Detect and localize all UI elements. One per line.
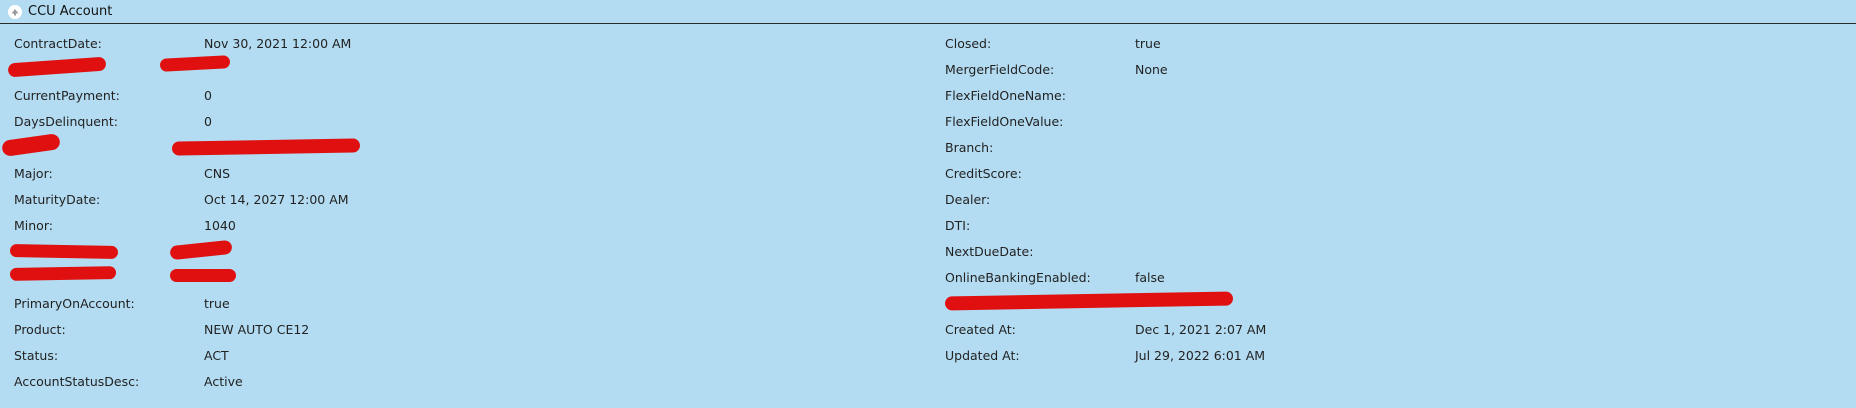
field-label: MergerFieldCode: xyxy=(945,62,1055,77)
field-label: Updated At: xyxy=(945,348,1020,363)
ccu-account-panel: CCU Account ContractDate: Nov 30, 2021 1… xyxy=(0,0,1856,408)
field-label: DTI: xyxy=(945,218,971,233)
field-label: CurrentPayment: xyxy=(14,88,120,103)
redaction-mark xyxy=(7,56,107,78)
field-value: true xyxy=(1135,36,1161,51)
redaction-mark xyxy=(1,133,61,157)
field-label: CreditScore: xyxy=(945,166,1022,181)
redaction-mark xyxy=(9,266,117,281)
field-label: PrimaryOnAccount: xyxy=(14,296,135,311)
field-label: Status: xyxy=(14,348,59,363)
field-label: MaturityDate: xyxy=(14,192,101,207)
field-value: None xyxy=(1135,62,1168,77)
collapse-up-arrow-icon[interactable] xyxy=(8,4,22,19)
redaction-mark xyxy=(170,269,236,282)
field-value: true xyxy=(204,296,230,311)
field-value: false xyxy=(1135,270,1165,285)
field-label: Created At: xyxy=(945,322,1016,337)
field-value: ACT xyxy=(204,348,229,363)
field-value: 0 xyxy=(204,114,212,129)
field-value: CNS xyxy=(204,166,231,181)
field-value: Jul 29, 2022 6:01 AM xyxy=(1135,348,1266,363)
field-value: 0 xyxy=(204,88,212,103)
redaction-mark xyxy=(171,138,361,156)
field-label: NextDueDate: xyxy=(945,244,1034,259)
redaction-mark xyxy=(944,291,1234,311)
field-label: FlexFieldOneValue: xyxy=(945,114,1064,129)
field-label: Minor: xyxy=(14,218,53,233)
field-label: Major: xyxy=(14,166,53,181)
field-label: Dealer: xyxy=(945,192,991,207)
redaction-mark xyxy=(9,244,119,259)
panel-title: CCU Account xyxy=(28,4,113,19)
field-label: ContractDate: xyxy=(14,36,102,51)
panel-header: CCU Account xyxy=(0,0,1856,24)
field-label: Branch: xyxy=(945,140,994,155)
field-value: 1040 xyxy=(204,218,236,233)
field-value: NEW AUTO CE12 xyxy=(204,322,310,337)
field-label: Closed: xyxy=(945,36,992,51)
redaction-mark xyxy=(159,55,231,72)
field-label: FlexFieldOneName: xyxy=(945,88,1066,103)
field-label: Product: xyxy=(14,322,66,337)
field-value: Dec 1, 2021 2:07 AM xyxy=(1135,322,1267,337)
field-value: Active xyxy=(204,374,243,389)
redaction-mark xyxy=(169,239,233,261)
field-label: DaysDelinquent: xyxy=(14,114,118,129)
field-label: OnlineBankingEnabled: xyxy=(945,270,1091,285)
field-value: Oct 14, 2027 12:00 AM xyxy=(204,192,349,207)
field-value: Nov 30, 2021 12:00 AM xyxy=(204,36,352,51)
field-label: AccountStatusDesc: xyxy=(14,374,140,389)
